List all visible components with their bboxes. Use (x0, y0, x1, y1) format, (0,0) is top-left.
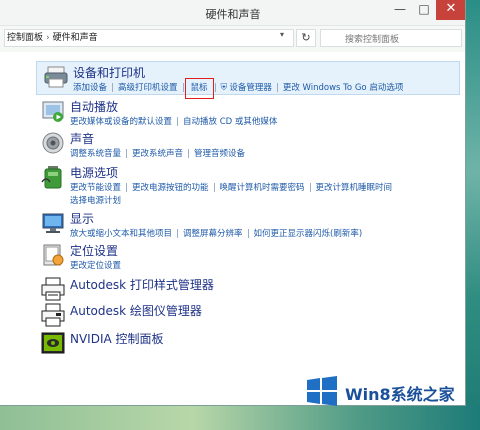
close-button[interactable]: ✕ (436, 0, 465, 20)
section-links: 调整系统音量 更改系统声音 管理音频设备 (70, 148, 460, 161)
section-devices-printers: 设备和打印机 添加设备 高级打印机设置 鼠标 ⛨ 设备管理器 更改 Windows To … (36, 61, 463, 99)
desktop-background-bottom (0, 405, 480, 430)
location-icon[interactable] (40, 242, 66, 268)
link-advanced-printer-settings[interactable]: 高级打印机设置 (118, 83, 178, 93)
watermark-logo: Win8系统之家 (305, 376, 465, 406)
printer-icon[interactable] (43, 64, 69, 90)
control-panel-window: 硬件和声音 — □ ✕ 控制面板 › 硬件和声音 ▾ ↻ 搜索控制面板 设备和打印机… (0, 0, 466, 406)
link-mouse[interactable]: 鼠标 (184, 78, 214, 99)
desktop-background (466, 0, 480, 430)
link-manage-audio-devices[interactable]: 管理音频设备 (194, 149, 245, 159)
section-title[interactable]: 电源选项 (70, 164, 118, 181)
display-icon[interactable] (40, 210, 66, 236)
search-input[interactable]: 搜索控制面板 (320, 29, 462, 47)
divider (309, 183, 311, 192)
section-title[interactable]: 定位设置 (70, 242, 118, 259)
breadcrumb-separator: › (46, 33, 50, 43)
shield-icon: ⛨ (220, 83, 228, 93)
link-fix-flicker[interactable]: 如何更正显示器闪烁(刷新率) (254, 229, 363, 239)
plotter-icon[interactable] (40, 302, 66, 328)
divider (182, 83, 184, 92)
watermark-text: Win8系统之家 (345, 385, 455, 404)
divider (247, 229, 249, 238)
section-links: 更改节能设置 更改电源按钮的功能 唤醒计算机时需要密码 更改计算机睡眠时间选择电源计划 (70, 182, 460, 208)
battery-icon[interactable] (40, 164, 66, 190)
section-links: 添加设备 高级打印机设置 鼠标 ⛨ 设备管理器 更改 Windows To Go 启动选项 (73, 78, 463, 99)
divider (177, 229, 179, 238)
link-power-button-function[interactable]: 更改电源按钮的功能 (132, 183, 209, 193)
windows-logo-icon (307, 376, 337, 406)
plot-style-icon[interactable] (40, 276, 66, 302)
section-nvidia: NVIDIA 控制面板 (34, 328, 462, 354)
minimize-button[interactable]: — (388, 0, 412, 20)
link-change-sleep-time[interactable]: 更改计算机睡眠时间 (316, 183, 393, 193)
divider (177, 117, 179, 126)
breadcrumb-control-panel[interactable]: 控制面板 (7, 30, 43, 46)
link-change-system-sounds[interactable]: 更改系统声音 (132, 149, 183, 159)
link-change-power-saving[interactable]: 更改节能设置 (70, 183, 121, 193)
link-adjust-resolution[interactable]: 调整屏幕分辨率 (183, 229, 243, 239)
section-title[interactable]: 设备和打印机 (73, 64, 145, 81)
section-title[interactable]: Autodesk 绘图仪管理器 (70, 302, 202, 319)
main-content: 设备和打印机 添加设备 高级打印机设置 鼠标 ⛨ 设备管理器 更改 Windows To … (0, 52, 465, 405)
section-autodesk-plot-style: Autodesk 打印样式管理器 (34, 274, 462, 302)
section-display: 显示 放大或缩小文本和其他项目 调整屏幕分辨率 如何更正显示器闪烁(刷新率) (34, 208, 462, 239)
link-add-device[interactable]: 添加设备 (73, 83, 107, 93)
link-windows-to-go[interactable]: 更改 Windows To Go 启动选项 (283, 83, 404, 93)
section-title[interactable]: Autodesk 打印样式管理器 (70, 276, 214, 293)
section-sound: 声音 调整系统音量 更改系统声音 管理音频设备 (34, 128, 462, 161)
maximize-button[interactable]: □ (412, 0, 436, 20)
title-bar: 硬件和声音 — □ ✕ (0, 0, 465, 26)
section-power-options: 电源选项 更改节能设置 更改电源按钮的功能 唤醒计算机时需要密码 更改计算机睡眠时间选… (34, 162, 462, 206)
link-resize-text[interactable]: 放大或缩小文本和其他项目 (70, 229, 172, 239)
nvidia-icon[interactable] (40, 330, 66, 356)
link-autoplay-cd[interactable]: 自动播放 CD 或其他媒体 (183, 117, 277, 127)
divider (112, 83, 114, 92)
section-links: 更改定位设置 (70, 260, 460, 273)
autoplay-icon[interactable] (40, 98, 66, 124)
chevron-down-icon[interactable]: ▾ (280, 30, 284, 39)
link-change-media-defaults[interactable]: 更改媒体或设备的默认设置 (70, 117, 172, 127)
breadcrumb[interactable]: 控制面板 › 硬件和声音 (4, 29, 294, 47)
section-autodesk-plotter: Autodesk 绘图仪管理器 (34, 300, 462, 328)
divider (126, 149, 128, 158)
section-autoplay: 自动播放 更改媒体或设备的默认设置 自动播放 CD 或其他媒体 (34, 96, 462, 127)
section-location-settings: 定位设置 更改定位设置 (34, 240, 462, 273)
link-device-manager[interactable]: 设备管理器 (229, 83, 272, 93)
speaker-icon[interactable] (40, 130, 66, 156)
divider (276, 83, 278, 92)
section-title[interactable]: NVIDIA 控制面板 (70, 330, 164, 347)
link-adjust-volume[interactable]: 调整系统音量 (70, 149, 121, 159)
link-change-location[interactable]: 更改定位设置 (70, 261, 121, 271)
section-title[interactable]: 自动播放 (70, 98, 118, 115)
address-bar: 控制面板 › 硬件和声音 ▾ ↻ 搜索控制面板 (0, 27, 465, 49)
divider (188, 149, 190, 158)
section-title[interactable]: 声音 (70, 130, 94, 147)
divider (214, 83, 216, 92)
divider (213, 183, 215, 192)
breadcrumb-hardware-sound[interactable]: 硬件和声音 (53, 30, 98, 46)
refresh-icon[interactable]: ↻ (296, 29, 316, 47)
link-choose-power-plan[interactable]: 选择电源计划 (70, 196, 121, 206)
link-require-password-wake[interactable]: 唤醒计算机时需要密码 (220, 183, 305, 193)
search-placeholder: 搜索控制面板 (345, 35, 400, 45)
divider (126, 183, 128, 192)
section-title[interactable]: 显示 (70, 210, 94, 227)
